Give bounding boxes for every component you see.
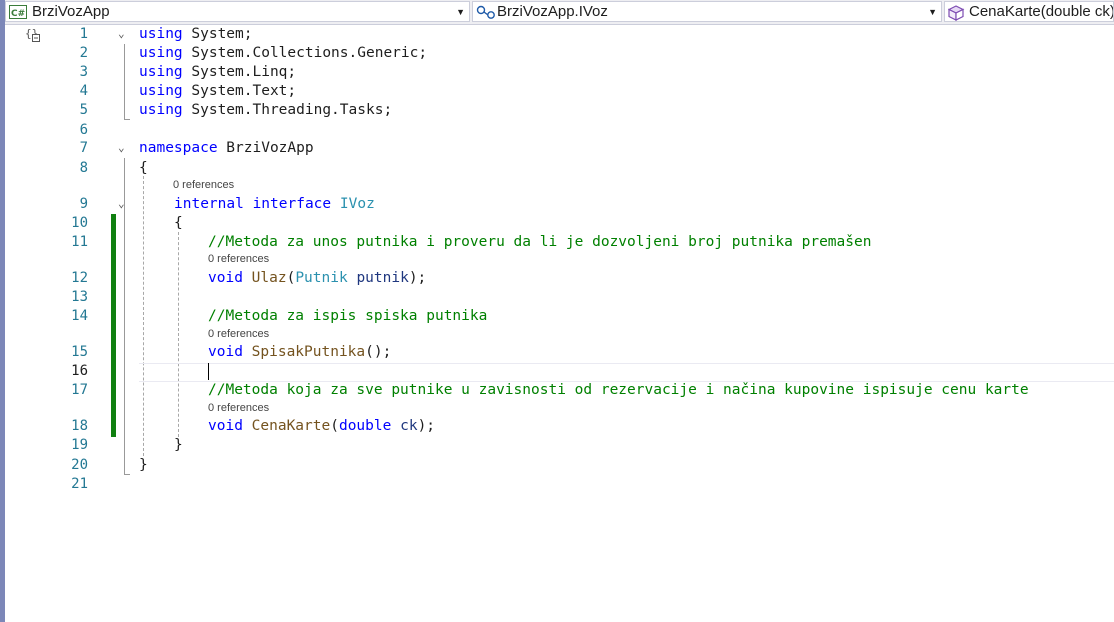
fold-region-end xyxy=(124,119,130,120)
member-label: CenaKarte(double ck) xyxy=(969,3,1114,20)
line-number: 15 xyxy=(71,344,88,360)
line-number: 11 xyxy=(71,234,88,250)
type-dropdown[interactable]: BrziVozApp.IVoz ▼ xyxy=(472,1,942,22)
interface-icon xyxy=(476,5,498,21)
line-number: 6 xyxy=(79,122,88,138)
current-line-highlight xyxy=(139,363,1114,382)
text-caret xyxy=(208,363,209,380)
code-line: internal interface IVoz xyxy=(174,196,375,212)
project-dropdown[interactable]: C# BrziVozApp ▼ xyxy=(5,1,470,22)
line-number: 10 xyxy=(71,215,88,231)
codemap-braces-icon: {} xyxy=(25,27,41,46)
line-number: 7 xyxy=(79,140,88,156)
line-number: 13 xyxy=(71,289,88,305)
member-dropdown[interactable]: CenaKarte(double ck) xyxy=(944,1,1114,22)
fold-chevron-icon[interactable]: ⌄ xyxy=(118,138,130,157)
code-line: using System.Collections.Generic; xyxy=(139,45,428,61)
codelens-references[interactable]: 0 references xyxy=(208,253,269,266)
type-label: BrziVozApp.IVoz xyxy=(497,3,608,20)
fold-region-line xyxy=(124,44,125,119)
line-number: 19 xyxy=(71,437,88,453)
code-line: { xyxy=(139,160,148,176)
line-number: 20 xyxy=(71,457,88,473)
chevron-down-icon: ▼ xyxy=(928,7,937,17)
code-line: void CenaKarte(double ck); xyxy=(208,418,436,434)
fold-region-end xyxy=(124,474,130,475)
line-number: 4 xyxy=(79,83,88,99)
line-number: 5 xyxy=(79,102,88,118)
code-line: namespace BrziVozApp xyxy=(139,140,314,156)
fold-chevron-icon[interactable]: ⌄ xyxy=(118,24,130,43)
line-number: 9 xyxy=(79,196,88,212)
line-number: 8 xyxy=(79,160,88,176)
line-number: 14 xyxy=(71,308,88,324)
line-number: 18 xyxy=(71,418,88,434)
method-cube-icon xyxy=(947,5,966,21)
line-number: 21 xyxy=(71,476,88,492)
codelens-references[interactable]: 0 references xyxy=(208,402,269,415)
svg-text:C#: C# xyxy=(11,9,25,19)
left-edge-bar xyxy=(0,0,5,622)
line-number: 3 xyxy=(79,64,88,80)
code-line: using System; xyxy=(139,26,253,42)
code-line: using System.Linq; xyxy=(139,64,297,80)
project-label: BrziVozApp xyxy=(32,3,110,20)
line-number: 2 xyxy=(79,45,88,61)
indent-guide xyxy=(143,176,144,456)
navigation-bar: C# BrziVozApp ▼ BrziVozApp.IVoz ▼ CenaKa… xyxy=(5,0,1114,25)
code-comment: //Metoda koja za sve putnike u zavisnost… xyxy=(208,382,1029,398)
code-line: } xyxy=(174,437,183,453)
csharp-project-icon: C# xyxy=(9,5,27,21)
line-number: 1 xyxy=(79,26,88,42)
fold-chevron-icon[interactable]: ⌄ xyxy=(118,194,130,213)
code-line: using System.Threading.Tasks; xyxy=(139,102,393,118)
line-number: 12 xyxy=(71,270,88,286)
chevron-down-icon: ▼ xyxy=(456,7,465,17)
code-comment: //Metoda za unos putnika i proveru da li… xyxy=(208,234,872,250)
code-line: using System.Text; xyxy=(139,83,297,99)
line-number: 17 xyxy=(71,382,88,398)
code-line: void Ulaz(Putnik putnik); xyxy=(208,270,427,286)
codelens-references[interactable]: 0 references xyxy=(208,328,269,341)
code-comment: //Metoda za ispis spiska putnika xyxy=(208,308,488,324)
code-line: void SpisakPutnika(); xyxy=(208,344,392,360)
change-indicator-bar xyxy=(111,214,116,437)
codelens-references[interactable]: 0 references xyxy=(173,179,234,192)
code-line: } xyxy=(139,457,148,473)
indent-guide xyxy=(178,232,179,437)
code-line: { xyxy=(174,215,183,231)
line-number-current: 16 xyxy=(71,363,88,379)
